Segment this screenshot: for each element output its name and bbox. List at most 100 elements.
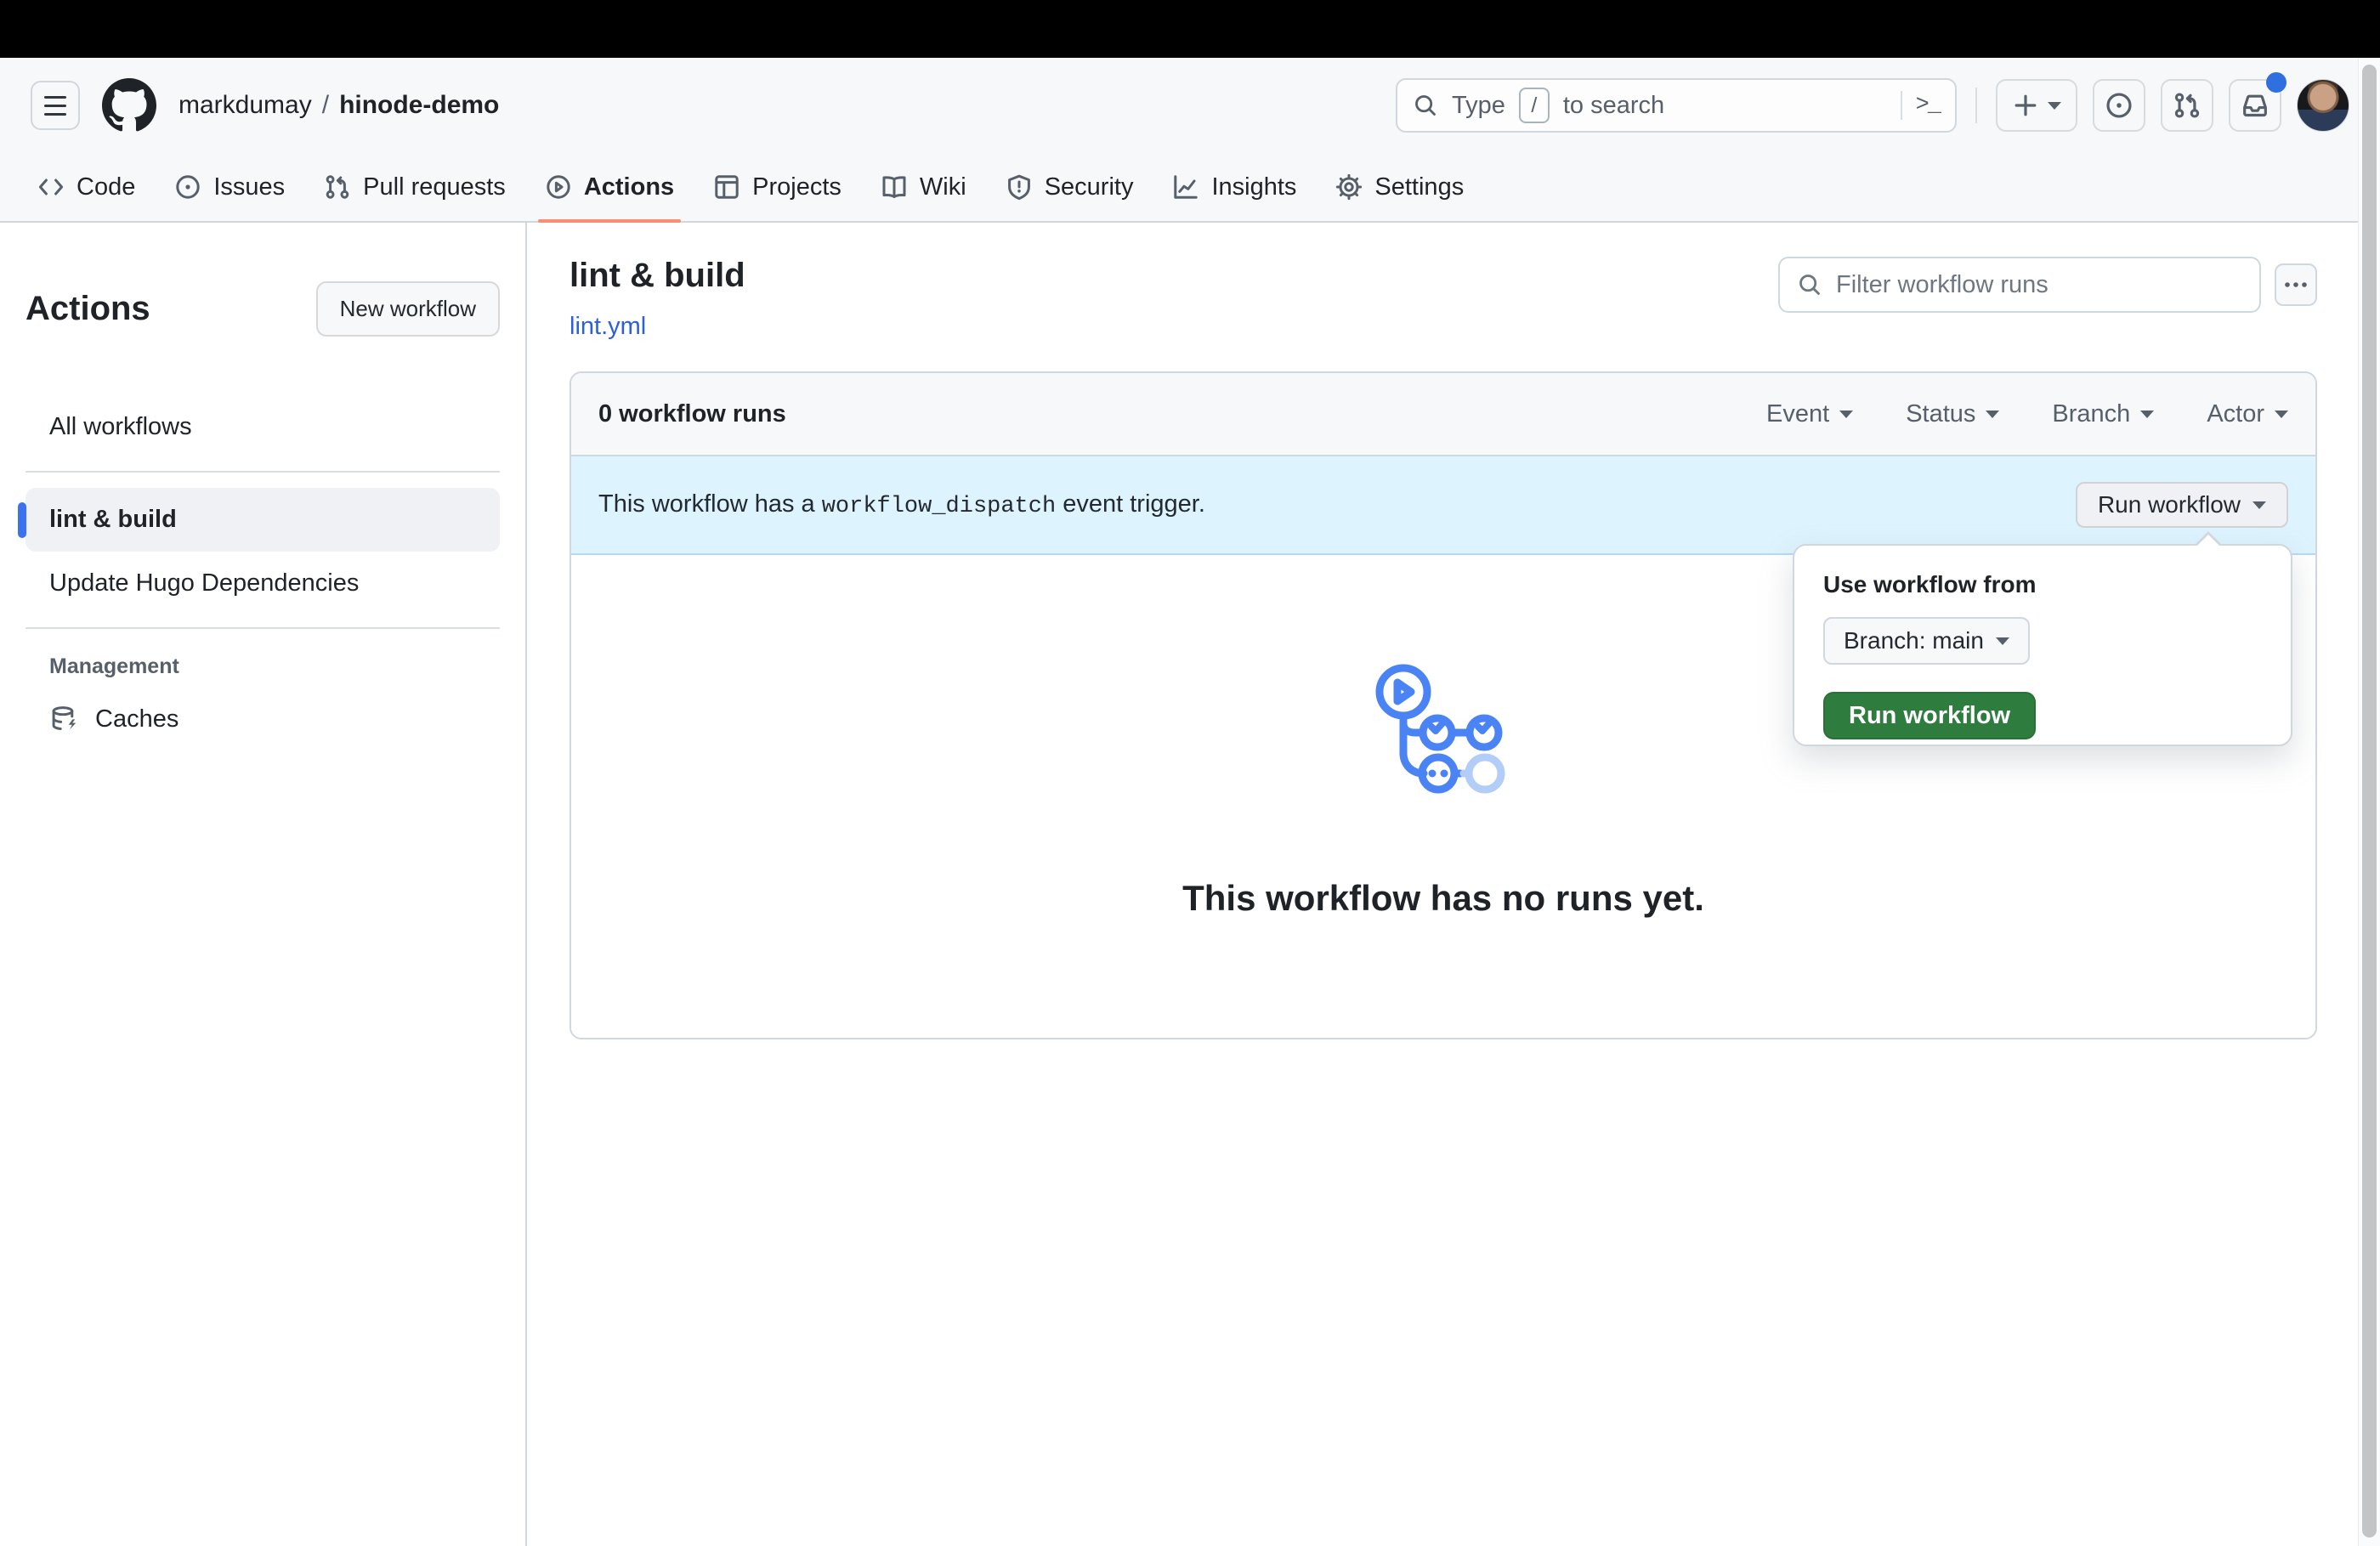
run-workflow-submit-button[interactable]: Run workflow [1823,692,2037,739]
graph-icon [1172,173,1199,201]
sidebar-item-lint-build[interactable]: lint & build [18,488,500,552]
workflow-file-link[interactable]: lint.yml [570,313,646,341]
sidebar-item-update-hugo-dependencies[interactable]: Update Hugo Dependencies [26,555,500,612]
caches-label: Caches [95,705,179,733]
search-placeholder-pre: Type [1452,91,1505,119]
pull-requests-button[interactable] [2161,79,2213,132]
chevron-down-icon [1839,410,1854,418]
github-logo-icon[interactable] [102,78,156,133]
breadcrumb: markdumay / hinode-demo [178,91,499,120]
hamburger-menu-button[interactable] [31,81,80,130]
filter-workflow-runs-input[interactable]: Filter workflow runs [1778,257,2261,313]
table-icon [713,173,740,201]
chevron-down-icon [2048,101,2061,110]
tab-label: Security [1044,173,1134,201]
tab-pull-requests[interactable]: Pull requests [309,153,521,221]
tab-label: Insights [1211,173,1297,201]
search-icon [1797,272,1822,297]
empty-state-heading: This workflow has no runs yet. [1182,878,1704,918]
run-filters: Event Status Branch Actor [1766,400,2288,428]
tab-wiki[interactable]: Wiki [865,153,982,221]
page-title: lint & build [570,257,745,294]
plus-icon [2012,92,2039,119]
scrollbar-thumb[interactable] [2362,65,2377,1538]
tab-code[interactable]: Code [22,153,150,221]
filter-status-dropdown[interactable]: Status [1906,400,2000,428]
content: Actions New workflow All workflows lint … [0,223,2380,1546]
hamburger-icon [44,95,66,99]
workflow-graph-illustration [1371,664,1516,805]
main-panel: lint & build lint.yml Filter workflow ru… [527,223,2380,1546]
global-search-input[interactable]: Type / to search >_ [1396,78,1957,133]
workflow-dispatch-code: workflow_dispatch [821,494,1057,519]
tab-issues[interactable]: Issues [159,153,300,221]
tab-actions[interactable]: Actions [530,153,689,223]
selected-indicator-bar [18,501,26,538]
workflow-list: All workflows lint & build Update Hugo D… [18,399,500,747]
book-icon [881,173,908,201]
workflow-item-label: lint & build [49,506,177,534]
popup-title: Use workflow from [1823,571,2037,597]
tab-projects[interactable]: Projects [698,153,857,221]
sidebar-title: Actions [26,290,150,328]
tab-settings[interactable]: Settings [1320,153,1479,221]
top-black-bar [0,0,2380,58]
tab-label: Actions [583,173,675,201]
run-workflow-popup: Use workflow from Branch: main Run workf… [1793,531,2292,746]
inbox-button[interactable] [2229,72,2286,132]
new-workflow-button[interactable]: New workflow [315,281,500,337]
branch-select-button[interactable]: Branch: main [1823,617,2030,665]
management-section-label: Management [49,654,179,679]
divider [26,471,500,473]
breadcrumb-repo[interactable]: hinode-demo [339,91,499,120]
app-header: markdumay / hinode-demo Type / to search… [0,58,2380,153]
sidebar-item-all-workflows[interactable]: All workflows [26,399,500,456]
banner-text: This workflow has a workflow_dispatch ev… [598,490,1205,519]
create-new-button[interactable] [1996,79,2077,132]
tab-label: Projects [752,173,842,201]
issues-button[interactable] [2093,79,2145,132]
avatar[interactable] [2297,79,2349,132]
kebab-icon [2282,271,2309,298]
tab-label: Issues [213,173,286,201]
header-actions: Type / to search >_ [1396,72,2349,133]
filter-placeholder: Filter workflow runs [1836,270,2048,298]
search-icon [1413,93,1438,118]
workflow-options-kebab-button[interactable] [2275,263,2317,306]
tab-label: Code [76,173,136,201]
searchbox-divider [1900,91,1902,120]
search-placeholder-post: to search [1562,91,1665,119]
tab-label: Wiki [919,173,966,201]
code-icon [37,173,65,201]
filter-actor-dropdown[interactable]: Actor [2207,400,2288,428]
filter-branch-dropdown[interactable]: Branch [2052,400,2155,428]
chevron-down-icon [1995,637,2009,645]
gear-icon [1335,173,1363,201]
tab-label: Settings [1374,173,1465,201]
header-divider [1975,88,1977,123]
tab-security[interactable]: Security [990,153,1149,221]
breadcrumb-separator: / [321,91,330,119]
chevron-down-icon [2140,410,2155,418]
breadcrumb-owner[interactable]: markdumay [178,91,312,120]
tab-label: Pull requests [363,173,506,201]
workflow-dispatch-banner: This workflow has a workflow_dispatch ev… [571,456,2315,555]
actions-sidebar: Actions New workflow All workflows lint … [0,223,527,1546]
chevron-down-icon [1986,410,2000,418]
issue-opened-icon [2105,91,2134,120]
issue-opened-icon [174,173,201,201]
chevron-down-icon [2252,501,2266,509]
git-pull-request-icon [2173,91,2202,120]
run-workflow-dropdown-button[interactable]: Run workflow [2075,482,2288,528]
chevron-down-icon [2275,410,2288,418]
tab-insights[interactable]: Insights [1157,153,1312,221]
command-palette-icon[interactable]: >_ [1916,93,1941,118]
scrollbar-track[interactable] [2358,58,2380,1546]
repo-nav: Code Issues Pull requests Actions Projec… [0,153,2380,223]
git-pull-request-icon [324,173,351,201]
sidebar-item-caches[interactable]: Caches [26,691,500,747]
play-icon [545,173,572,201]
filter-event-dropdown[interactable]: Event [1766,400,1854,428]
notification-dot [2266,72,2286,93]
shield-icon [1006,173,1033,201]
